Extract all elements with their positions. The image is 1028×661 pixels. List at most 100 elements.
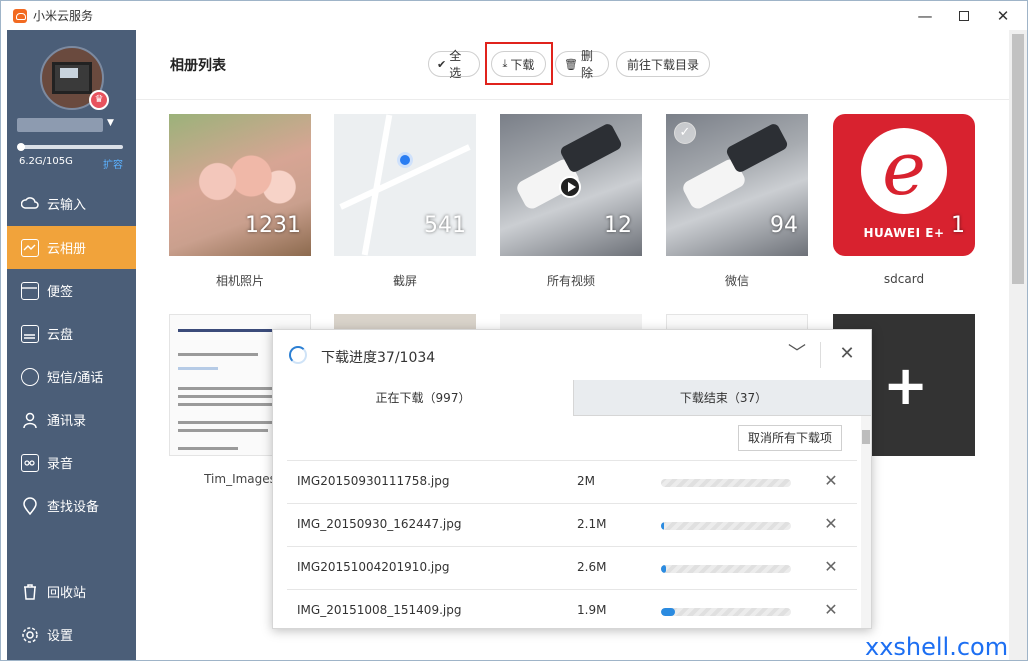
album-thumbnail[interactable]: ✓ 94 [666, 114, 808, 256]
download-tabs: 正在下载（997） 下载结束（37） [273, 380, 871, 416]
sidebar-item-cloud-album[interactable]: 云相册 [7, 226, 136, 269]
sidebar-item-settings[interactable]: 设置 [7, 613, 136, 656]
progress-fill [661, 608, 676, 616]
sidebar-item-label: 设置 [47, 629, 74, 644]
download-panel: 下载进度37/1034 ﹀ ✕ 正在下载（997） 下载结束（37） 取消所有下… [272, 329, 872, 629]
content-header: 相册列表 ✔ 全选 ⤓ 下载 🗑 删除 前往下载目录 [136, 30, 1009, 100]
collapse-panel-button[interactable]: ﹀ [785, 342, 809, 366]
download-progress-bar [661, 479, 791, 487]
sidebar-item-label: 查找设备 [47, 500, 100, 515]
sidebar-item-label: 云相册 [47, 242, 87, 257]
doc-line [178, 429, 268, 432]
sidebar-item-label: 云盘 [47, 328, 74, 343]
doc-line [178, 421, 278, 424]
drive-icon [21, 324, 39, 343]
doc-line [178, 447, 238, 450]
remove-download-button[interactable]: ✕ [821, 471, 841, 491]
storage-indicator [17, 143, 25, 151]
album-thumbnail[interactable]: 12 [500, 114, 642, 256]
open-download-dir-button[interactable]: 前往下载目录 [616, 51, 710, 77]
loading-spinner-icon [289, 346, 307, 364]
album-icon [21, 238, 39, 257]
download-row: IMG20151004201910.jpg 2.6M ✕ [287, 546, 857, 589]
minimize-button[interactable]: — [913, 5, 937, 27]
select-checkbox-icon[interactable]: ✓ [674, 122, 696, 144]
sidebar-item-label: 通讯录 [47, 414, 87, 429]
photo-detail [724, 122, 790, 174]
close-window-button[interactable]: ✕ [991, 5, 1015, 27]
sidebar: ♛ ▼ 6.2G/105G 扩容 云输入 云相册 便签 云盘 短信/通话 通讯录… [7, 30, 136, 660]
remove-download-button[interactable]: ✕ [821, 514, 841, 534]
album-thumbnail[interactable]: e HUAWEI E+ 1 [833, 114, 975, 256]
file-name: IMG_20151008_151409.jpg [297, 603, 462, 617]
download-row: IMG20150930111758.jpg 2M ✕ [287, 460, 857, 503]
page-scrollbar-thumb[interactable] [1012, 34, 1024, 284]
sidebar-item-cloud-input[interactable]: 云输入 [7, 182, 136, 225]
file-name: IMG20150930111758.jpg [297, 474, 450, 488]
sidebar-item-recorder[interactable]: 录音 [7, 441, 136, 484]
contacts-icon [21, 411, 39, 429]
close-panel-button[interactable]: ✕ [835, 342, 859, 366]
album-thumbnail[interactable]: 541 [334, 114, 476, 256]
download-list-scrollbar-thumb[interactable] [862, 430, 870, 444]
album-name: 相机照片 [215, 274, 264, 288]
app-window: 小米云服务 — ✕ ♛ ▼ 6.2G/105G 扩容 云输入 云相册 便签 云盘 [0, 0, 1028, 661]
album-name: 所有视频 [546, 274, 595, 288]
sidebar-item-drive[interactable]: 云盘 [7, 312, 136, 355]
page-title: 相册列表 [170, 58, 226, 74]
watermark-text: xxshell.com [865, 633, 1009, 661]
download-progress-bar [661, 522, 791, 530]
recorder-icon [21, 453, 39, 472]
sidebar-item-messages-calls[interactable]: 短信/通话 [7, 355, 136, 398]
file-size: 2.6M [577, 560, 607, 574]
title-bar: 小米云服务 — ✕ [1, 1, 1027, 30]
select-all-button[interactable]: ✔ 全选 [428, 49, 480, 80]
sidebar-item-label: 短信/通话 [47, 371, 104, 386]
storage-text: 6.2G/105G [19, 156, 73, 167]
play-icon [559, 176, 581, 198]
download-progress-title: 下载进度37/1034 [321, 350, 436, 366]
cancel-all-downloads-button[interactable]: 取消所有下载项 [738, 425, 842, 451]
album-thumbnail[interactable]: 1231 [169, 114, 311, 256]
sidebar-item-recycle-bin[interactable]: 回收站 [7, 570, 136, 613]
maximize-icon [959, 11, 969, 21]
tab-downloading[interactable]: 正在下载（997） [273, 380, 573, 416]
file-size: 2M [577, 474, 595, 488]
expand-storage-link[interactable]: 扩容 [103, 156, 123, 171]
download-row: IMG_20150930_162447.jpg 2.1M ✕ [287, 503, 857, 546]
sidebar-item-find-device[interactable]: 查找设备 [7, 484, 136, 527]
page-scrollbar[interactable] [1009, 30, 1027, 660]
download-progress-bar [661, 565, 791, 573]
remove-download-button[interactable]: ✕ [821, 600, 841, 620]
doc-line [178, 353, 258, 356]
username-redacted [17, 118, 103, 132]
doc-line [178, 395, 278, 398]
delete-button[interactable]: 🗑 删除 [555, 49, 609, 80]
account-dropdown-icon[interactable]: ▼ [107, 118, 114, 128]
download-list-scrollbar[interactable] [861, 416, 871, 628]
maximize-button[interactable] [952, 5, 976, 27]
sidebar-item-contacts[interactable]: 通讯录 [7, 398, 136, 441]
album-count: 94 [770, 213, 798, 238]
trash-icon [21, 583, 39, 601]
note-icon [21, 281, 39, 300]
trash-icon: 🗑 [564, 57, 578, 71]
doc-line [178, 367, 218, 370]
highlight-annotation [485, 42, 553, 85]
download-progress-bar [661, 608, 791, 616]
doc-line [178, 403, 274, 406]
plus-icon: + [883, 354, 929, 417]
file-size: 2.1M [577, 517, 607, 531]
album-count: 1 [951, 213, 965, 238]
app-logo-icon [13, 9, 27, 23]
sidebar-item-label: 便签 [47, 285, 74, 300]
cloud-input-icon [20, 195, 39, 213]
photo-detail [558, 122, 624, 174]
album-name: sdcard [883, 272, 925, 286]
sidebar-item-notes[interactable]: 便签 [7, 269, 136, 312]
doc-line [178, 329, 278, 332]
tab-finished[interactable]: 下载结束（37） [573, 380, 871, 416]
remove-download-button[interactable]: ✕ [821, 557, 841, 577]
message-icon [21, 367, 39, 386]
download-list: 取消所有下载项 IMG20150930111758.jpg 2M ✕ IMG_2… [273, 416, 871, 628]
